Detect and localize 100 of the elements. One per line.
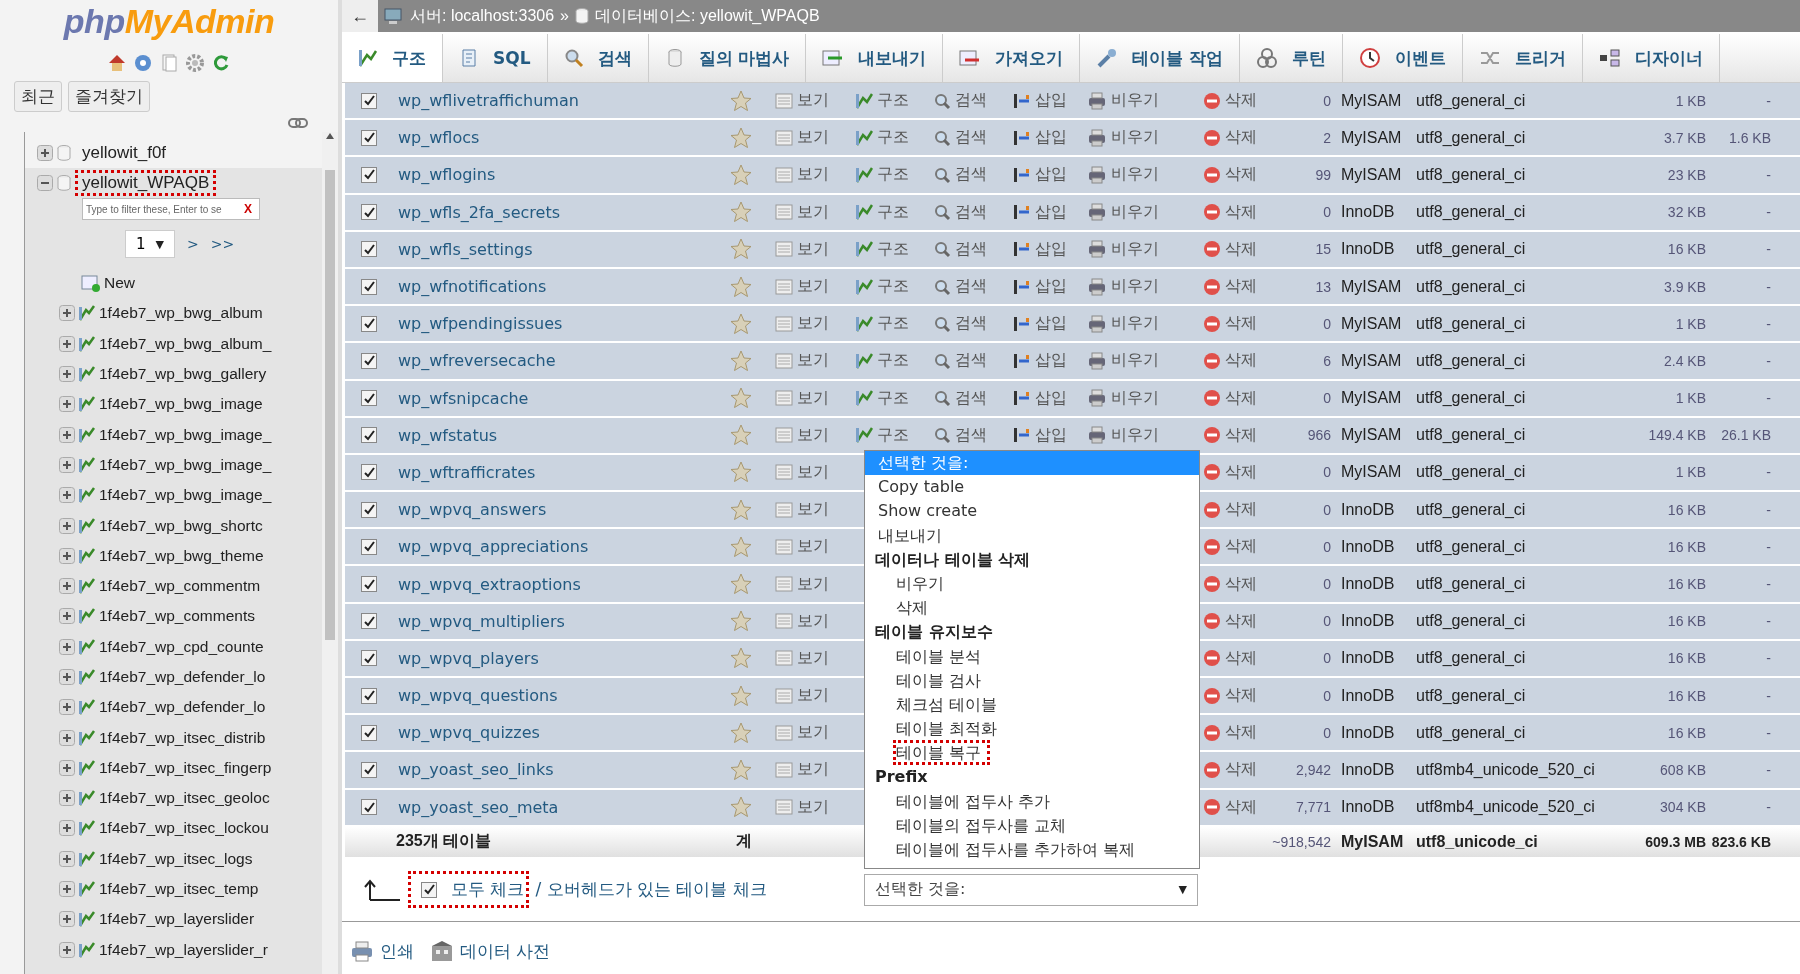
tab[interactable]: 이벤트 [1343,34,1464,82]
page-select[interactable]: 1 ▼ [125,230,175,258]
check-overhead-link[interactable]: / 오버헤드가 있는 테이블 체크 [535,878,767,902]
action-link[interactable]: 보기 [775,499,855,521]
row-checkbox[interactable] [361,799,377,816]
table-name-link[interactable]: wp_wpvq_quizzes [390,723,540,743]
sidebar-tab[interactable]: 즐겨찾기 [68,81,150,112]
menu-option[interactable]: 비우기 [865,571,1199,597]
action-link[interactable]: 비우기 [1087,164,1203,186]
expand-button[interactable] [59,759,75,776]
table-name-link[interactable]: wp_wpvq_players [390,648,539,668]
menu-option[interactable]: 테이블의 접두사를 교체 [865,813,1199,838]
row-checkbox[interactable] [361,724,377,741]
action-link[interactable]: 검색 [933,164,1013,186]
table-name-link[interactable]: wp_wflivetraffichuman [390,91,579,111]
menu-option[interactable]: 체크섬 테이블 [865,692,1199,718]
action-link[interactable]: 보기 [775,90,855,112]
menu-option[interactable]: 테이블 검사 [865,668,1199,693]
action-link[interactable]: 삭제 [1203,610,1265,632]
expand-button[interactable] [59,305,75,322]
action-link[interactable]: 구조 [855,238,933,260]
action-link[interactable]: 삭제 [1203,796,1265,818]
row-checkbox[interactable] [361,166,377,183]
tree-item[interactable]: 1f4eb7_wp_itsec_geoloc [99,789,270,808]
action-link[interactable]: 검색 [933,90,1013,112]
action-link[interactable]: 구조 [855,90,933,112]
tree-item[interactable]: New [104,274,135,293]
expand-button[interactable] [59,790,75,807]
menu-option[interactable]: Copy table [865,475,1199,500]
expand-button[interactable] [59,396,75,413]
action-link[interactable]: 비우기 [1087,350,1203,372]
row-checkbox[interactable] [361,538,377,555]
expand-button[interactable] [59,881,75,898]
tab[interactable]: 루틴 [1240,34,1344,82]
table-name-link[interactable]: wp_wfls_settings [390,239,533,259]
tree-item[interactable]: 1f4eb7_wp_layerslider_r [99,940,268,959]
tab[interactable]: SQL [443,34,548,82]
action-link[interactable]: 보기 [775,164,855,186]
menu-option[interactable]: 테이블 분석 [865,644,1199,669]
tree-item[interactable]: 1f4eb7_wp_bwg_shortc [99,516,263,535]
action-link[interactable]: 보기 [775,722,855,744]
action-link[interactable]: 구조 [855,201,933,223]
action-link[interactable]: 보기 [775,387,855,409]
expand-button[interactable] [59,911,75,928]
action-link[interactable]: 보기 [775,238,855,260]
action-link[interactable]: 비우기 [1087,387,1203,409]
action-link[interactable]: 삭제 [1203,685,1265,707]
expand-button[interactable] [59,366,75,383]
tree-item[interactable]: 1f4eb7_wp_bwg_gallery [99,365,267,384]
expand-button[interactable] [59,850,75,867]
tree-item[interactable]: 1f4eb7_wp_itsec_lockou [99,819,269,838]
action-link[interactable]: 구조 [855,387,933,409]
table-name-link[interactable]: wp_wpvq_extraoptions [390,574,581,594]
action-link[interactable]: 비우기 [1087,201,1203,223]
action-link[interactable]: 검색 [933,387,1013,409]
table-name-link[interactable]: wp_wfnotifications [390,277,547,297]
tab[interactable]: 질의 마법사 [648,34,807,82]
action-link[interactable]: 구조 [855,276,933,298]
expand-button[interactable] [59,426,75,443]
action-link[interactable]: 삭제 [1203,647,1265,669]
tree-item[interactable]: 1f4eb7_wp_comments [99,607,255,626]
table-name-link[interactable]: wp_yoast_seo_links [390,760,554,780]
tree-item[interactable]: 1f4eb7_wp_itsec_temp [99,880,259,899]
action-link[interactable]: 검색 [933,201,1013,223]
action-link[interactable]: 삭제 [1203,313,1265,335]
action-link[interactable]: 삭제 [1203,499,1265,521]
action-link[interactable]: 삽입 [1013,424,1087,446]
tree-item[interactable]: 1f4eb7_wp_bwg_image [99,395,263,414]
action-link[interactable]: 보기 [775,461,855,483]
server-link[interactable]: 서버: localhost:3306 [410,5,555,27]
table-name-link[interactable]: wp_wfreversecache [390,351,556,371]
check-all-checkbox[interactable]: 모두 체크 [408,871,530,909]
tree-item[interactable]: 1f4eb7_wp_bwg_theme [99,546,264,565]
tree-item[interactable]: 1f4eb7_wp_commentm [99,577,261,596]
action-link[interactable]: 비우기 [1087,313,1203,335]
action-link[interactable]: 보기 [775,536,855,558]
tree-item[interactable]: 1f4eb7_wp_layerslider [99,910,255,929]
table-name-link[interactable]: wp_wpvq_questions [390,686,558,706]
action-link[interactable]: 보기 [775,313,855,335]
action-link[interactable]: 삽입 [1013,238,1087,260]
row-checkbox[interactable] [361,204,377,221]
menu-option[interactable]: 테이블 최적화 [865,717,1199,742]
tree-item[interactable]: 1f4eb7_wp_bwg_album [99,304,263,323]
menu-option[interactable]: 테이블에 접두사 추가 [865,789,1199,814]
table-name-link[interactable]: wp_wfls_2fa_secrets [390,202,560,222]
row-checkbox[interactable] [361,278,377,295]
scrollbar-thumb[interactable] [325,170,335,640]
tab[interactable]: 내보내기 [806,34,944,82]
action-link[interactable]: 보기 [775,685,855,707]
action-link[interactable]: 검색 [933,424,1013,446]
collapse-button[interactable] [37,175,53,191]
bulk-action-select[interactable]: 선택한 것을: ▼ [864,873,1198,906]
expand-button[interactable] [59,487,75,504]
menu-option[interactable]: 내보내기 [865,523,1199,548]
action-link[interactable]: 구조 [855,350,933,372]
action-link[interactable]: 비우기 [1087,127,1203,149]
logo[interactable]: phpMyAdmin [0,2,338,41]
action-link[interactable]: 삭제 [1203,164,1265,186]
expand-button[interactable] [59,608,75,625]
action-link[interactable]: 보기 [775,350,855,372]
